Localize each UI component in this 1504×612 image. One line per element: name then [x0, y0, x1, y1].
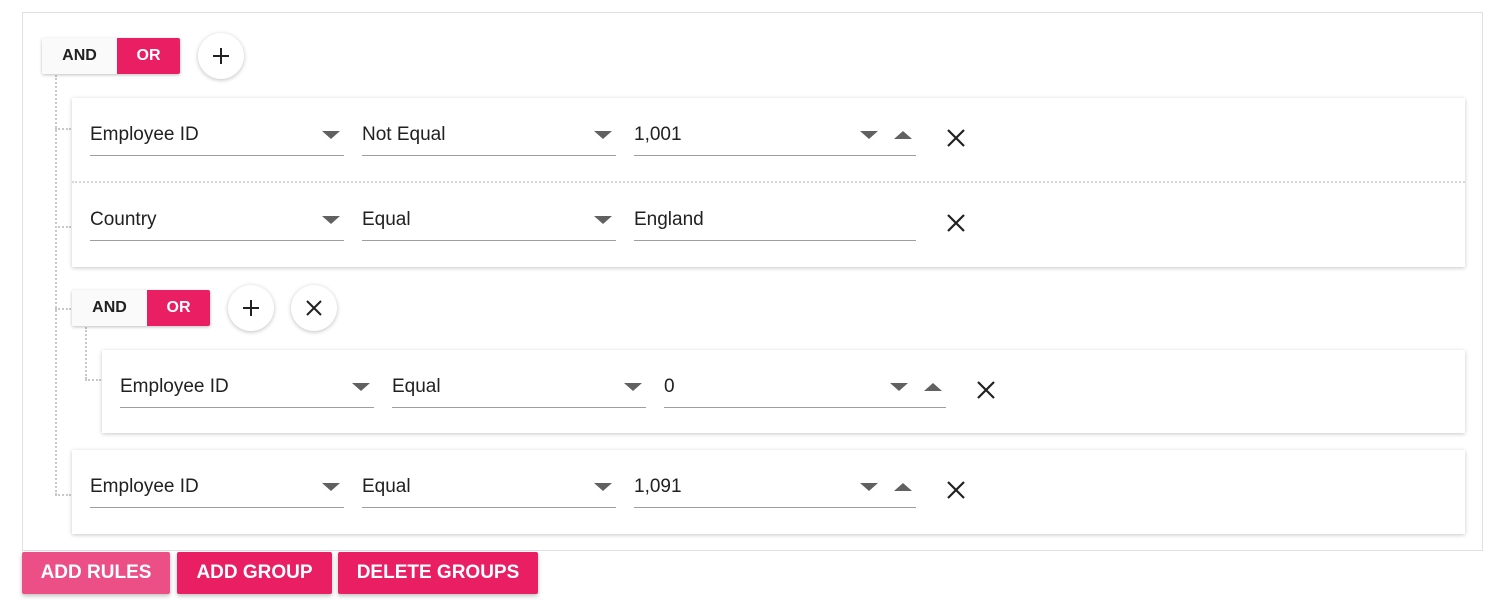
- operator-dropdown[interactable]: Equal: [362, 205, 616, 241]
- value-numeric-input[interactable]: 1,001: [634, 120, 916, 156]
- query-builder: AND OR Employee ID Not Equal 1,001 Count…: [22, 12, 1483, 551]
- tree-connector: [55, 494, 71, 496]
- operator-dropdown[interactable]: Not Equal: [362, 120, 616, 156]
- field-value: Employee ID: [90, 124, 199, 145]
- field-dropdown[interactable]: Country: [90, 205, 344, 241]
- add-condition-button[interactable]: [198, 33, 244, 79]
- operator-value: Not Equal: [362, 124, 446, 145]
- value-text: England: [634, 209, 704, 230]
- chevron-down-icon: [594, 131, 612, 139]
- operator-value: Equal: [392, 376, 441, 397]
- field-dropdown[interactable]: Employee ID: [90, 120, 344, 156]
- operator-value: Equal: [362, 209, 411, 230]
- value-text: 0: [664, 376, 675, 397]
- spin-up-icon[interactable]: [894, 483, 912, 491]
- chevron-down-icon: [624, 383, 642, 391]
- rule-row: Country Equal England: [72, 183, 1465, 268]
- tree-connector: [55, 226, 71, 228]
- or-toggle-button[interactable]: OR: [117, 38, 180, 74]
- tree-connector: [85, 327, 87, 379]
- spin-down-icon[interactable]: [860, 131, 878, 139]
- value-text: 1,091: [634, 476, 682, 497]
- chevron-down-icon: [322, 216, 340, 224]
- or-toggle-button[interactable]: OR: [147, 290, 210, 326]
- add-group-button[interactable]: ADD GROUP: [177, 552, 332, 594]
- tree-connector: [85, 379, 101, 381]
- chevron-down-icon: [322, 131, 340, 139]
- close-icon: [306, 300, 322, 316]
- rule-card: Employee ID Equal 1,091: [72, 450, 1465, 534]
- delete-groups-button[interactable]: DELETE GROUPS: [338, 552, 538, 594]
- rule-card: Employee ID Equal 0: [102, 350, 1465, 433]
- spin-up-icon[interactable]: [924, 383, 942, 391]
- field-dropdown[interactable]: Employee ID: [90, 472, 344, 508]
- delete-rule-button[interactable]: [944, 478, 968, 502]
- value-numeric-input[interactable]: 0: [664, 372, 946, 408]
- delete-rule-button[interactable]: [944, 126, 968, 150]
- and-toggle-button[interactable]: AND: [72, 290, 147, 326]
- tree-connector: [55, 75, 57, 495]
- chevron-down-icon: [594, 483, 612, 491]
- delete-rule-button[interactable]: [944, 211, 968, 235]
- add-rules-button[interactable]: ADD RULES: [22, 552, 170, 594]
- spin-down-icon[interactable]: [860, 483, 878, 491]
- tree-connector: [55, 128, 71, 130]
- chevron-down-icon: [594, 216, 612, 224]
- spin-down-icon[interactable]: [890, 383, 908, 391]
- delete-group-button[interactable]: [291, 285, 337, 331]
- delete-rule-button[interactable]: [974, 378, 998, 402]
- spin-up-icon[interactable]: [894, 131, 912, 139]
- field-value: Employee ID: [120, 376, 229, 397]
- add-condition-button[interactable]: [228, 285, 274, 331]
- subgroup-condition-toggle: AND OR: [72, 290, 210, 326]
- operator-value: Equal: [362, 476, 411, 497]
- chevron-down-icon: [322, 483, 340, 491]
- rule-row: Employee ID Not Equal 1,001: [72, 98, 1465, 183]
- rule-card: Employee ID Not Equal 1,001 Country Equa…: [72, 98, 1465, 267]
- value-text-input[interactable]: England: [634, 205, 916, 241]
- value-text: 1,001: [634, 124, 682, 145]
- chevron-down-icon: [352, 383, 370, 391]
- tree-connector: [55, 308, 71, 310]
- plus-icon: [213, 48, 229, 64]
- rule-row: Employee ID Equal 1,091: [72, 450, 1465, 535]
- root-condition-toggle: AND OR: [42, 38, 180, 74]
- operator-dropdown[interactable]: Equal: [392, 372, 646, 408]
- field-value: Country: [90, 209, 157, 230]
- field-dropdown[interactable]: Employee ID: [120, 372, 374, 408]
- rule-row: Employee ID Equal 0: [102, 350, 1465, 435]
- field-value: Employee ID: [90, 476, 199, 497]
- operator-dropdown[interactable]: Equal: [362, 472, 616, 508]
- value-numeric-input[interactable]: 1,091: [634, 472, 916, 508]
- plus-icon: [243, 300, 259, 316]
- and-toggle-button[interactable]: AND: [42, 38, 117, 74]
